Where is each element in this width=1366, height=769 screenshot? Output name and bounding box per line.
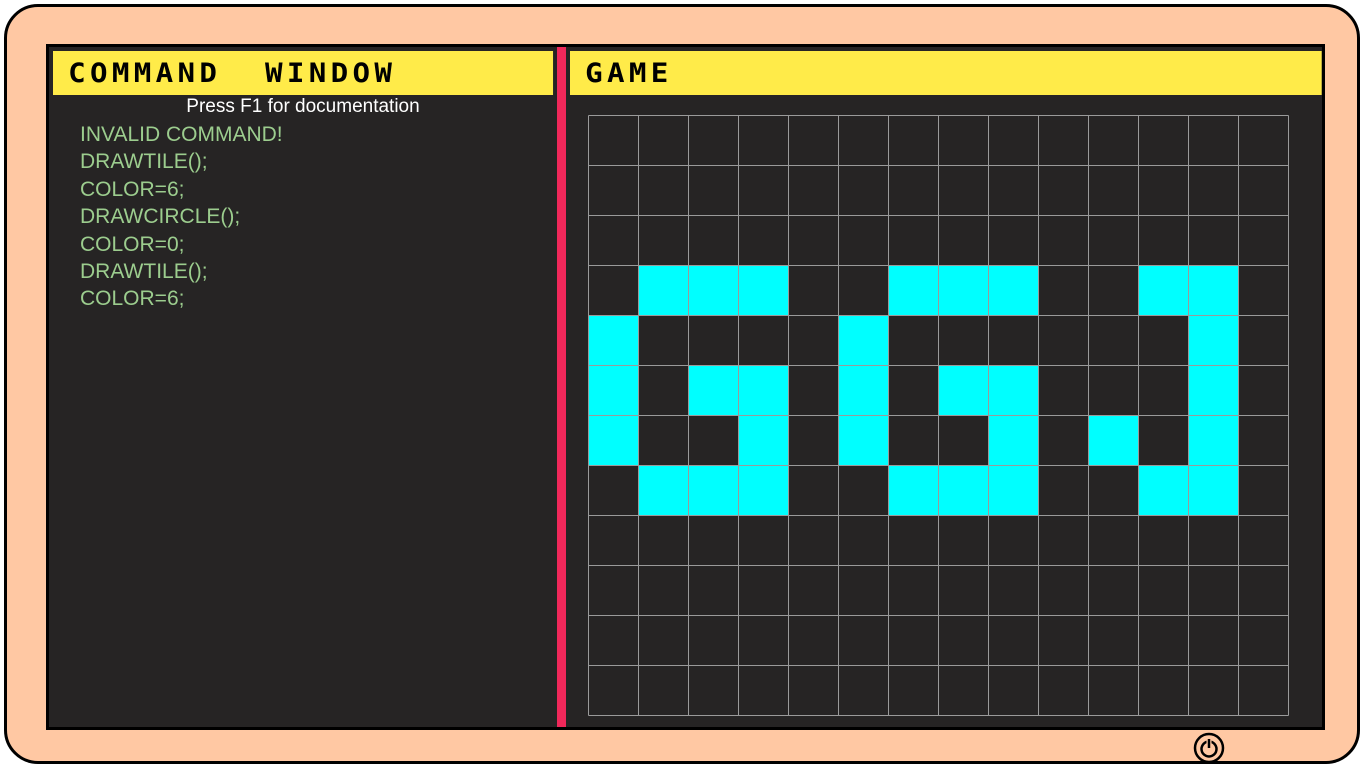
filled-tile: [938, 465, 989, 516]
command-log-line: DRAWTILE();: [80, 260, 208, 284]
filled-tile: [688, 365, 739, 416]
filled-tile: [638, 465, 689, 516]
command-log-line: COLOR=6;: [80, 287, 185, 311]
filled-tile: [1088, 415, 1139, 466]
filled-tile: [738, 465, 789, 516]
filled-tile: [1188, 315, 1239, 366]
filled-tile: [738, 415, 789, 466]
filled-tile: [888, 265, 939, 316]
game-grid[interactable]: [588, 115, 1289, 716]
power-button[interactable]: [1193, 732, 1225, 764]
filled-tile: [988, 415, 1039, 466]
power-icon: [1193, 732, 1225, 764]
filled-tile: [738, 265, 789, 316]
filled-tile: [938, 365, 989, 416]
filled-tile: [1188, 465, 1239, 516]
filled-tile: [1188, 265, 1239, 316]
command-log-line: COLOR=6;: [80, 177, 185, 201]
filled-tile: [1188, 365, 1239, 416]
filled-tile: [1138, 465, 1189, 516]
filled-tile: [588, 415, 639, 466]
command-log-line: DRAWCIRCLE();: [80, 205, 241, 229]
filled-tile: [588, 365, 639, 416]
filled-tile: [988, 365, 1039, 416]
command-window-title: COMMAND WINDOW: [53, 51, 553, 95]
filled-tile: [688, 265, 739, 316]
filled-tile: [688, 465, 739, 516]
filled-tile: [838, 315, 889, 366]
panel-divider: [557, 47, 566, 727]
command-log-line: COLOR=0;: [80, 232, 185, 256]
filled-tile: [988, 265, 1039, 316]
filled-tile: [1188, 415, 1239, 466]
filled-tile: [938, 265, 989, 316]
filled-tile: [988, 465, 1039, 516]
filled-tile: [588, 315, 639, 366]
command-log-line: INVALID COMMAND!: [80, 123, 283, 146]
command-log-line: DRAWTILE();: [80, 150, 208, 174]
filled-tile: [838, 415, 889, 466]
filled-tile: [838, 365, 889, 416]
command-log: INVALID COMMAND! DRAWTILE(); COLOR=6; DR…: [80, 121, 540, 313]
screen: COMMAND WINDOW Press F1 for documentatio…: [46, 44, 1325, 730]
documentation-hint: Press F1 for documentation: [186, 96, 420, 117]
game-title: GAME: [570, 51, 1322, 95]
filled-tile: [738, 365, 789, 416]
filled-tile: [888, 465, 939, 516]
filled-tile: [1138, 265, 1189, 316]
filled-tile: [638, 265, 689, 316]
